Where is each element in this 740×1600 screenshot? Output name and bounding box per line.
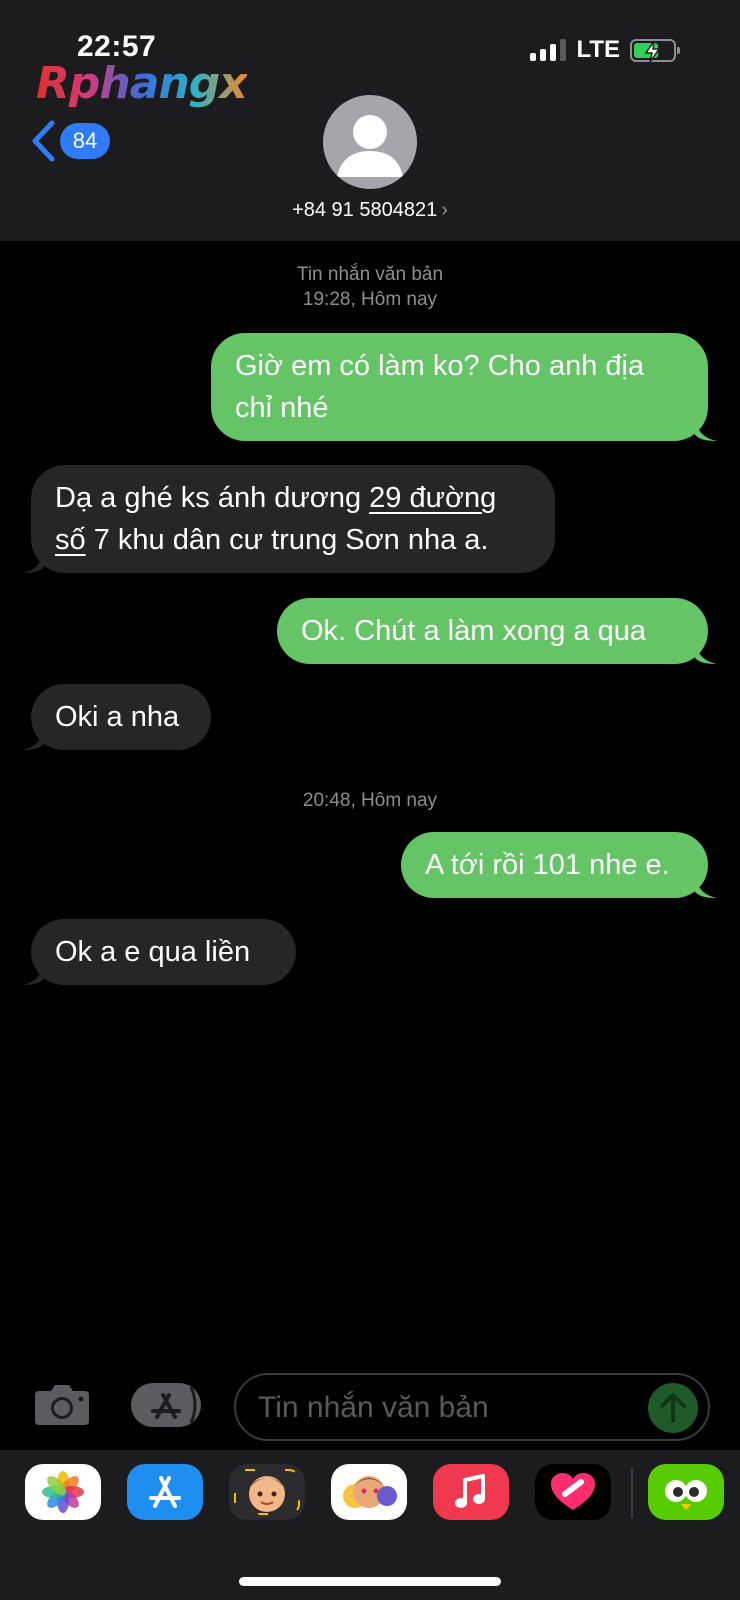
home-indicator[interactable] — [239, 1577, 501, 1586]
message-text: Ok. Chút a làm xong a qua — [301, 615, 646, 647]
message-text: Giờ em có làm ko? Cho anh địa — [235, 350, 645, 382]
message-text: Oki a nha — [55, 701, 180, 733]
conversation-header: 22:57 LTE Rphangx 84 +84 91 5804821 › — [0, 0, 740, 241]
message-input[interactable] — [258, 1389, 638, 1427]
camera-icon[interactable] — [33, 1383, 91, 1425]
message-compose-field[interactable] — [234, 1373, 710, 1441]
sent-message-bubble[interactable]: Ok. Chút a làm xong a qua — [277, 598, 717, 664]
imessage-app-drawer — [0, 1450, 740, 1600]
send-arrow-icon — [660, 1393, 686, 1423]
memoji-app-icon[interactable] — [229, 1464, 305, 1520]
digital-touch-app-icon[interactable] — [535, 1464, 611, 1520]
music-app-icon[interactable] — [433, 1464, 509, 1520]
message-text: số 7 khu dân cư trung Sơn nha a. — [55, 519, 531, 561]
sent-message-bubble[interactable]: Giờ em có làm ko? Cho anh địa chỉ nhé — [211, 333, 717, 441]
received-message-bubble[interactable]: Ok a e qua liền — [22, 919, 296, 985]
photos-app-icon[interactable] — [25, 1464, 101, 1520]
message-text: Ok a e qua liền — [55, 936, 251, 968]
battery-icon — [630, 38, 680, 62]
message-type-label: Tin nhắn văn bản — [296, 264, 444, 285]
contact-number: +84 91 5804821 — [292, 199, 438, 221]
status-indicators: LTE — [530, 36, 680, 64]
network-type: LTE — [576, 36, 620, 63]
contact-name[interactable]: +84 91 5804821 › — [0, 199, 740, 222]
message-text-part: 7 khu dân cư trung Sơn nha a. — [85, 524, 489, 556]
chevron-left-icon — [32, 120, 55, 162]
app-store-button[interactable] — [131, 1383, 201, 1427]
timestamp: 20:48, Hôm nay — [302, 790, 438, 811]
back-button[interactable]: 84 — [30, 120, 110, 162]
thread-meta-2: 20:48, Hôm nay — [0, 788, 740, 813]
watermark-logo: Rphangx — [36, 58, 248, 109]
received-message-bubble[interactable]: Oki a nha — [22, 684, 211, 750]
drawer-divider — [631, 1468, 633, 1518]
send-button[interactable] — [648, 1383, 698, 1433]
contact-avatar[interactable] — [323, 95, 417, 189]
duolingo-app-icon[interactable] — [648, 1464, 724, 1520]
message-text-part: Dạ a ghé ks ánh dương — [55, 482, 370, 514]
received-message-bubble[interactable]: Dạ a ghé ks ánh dương 29 đường số 7 khu … — [22, 465, 555, 573]
person-icon — [337, 115, 403, 177]
app-store-app-icon[interactable] — [127, 1464, 203, 1520]
signal-strength-icon — [530, 39, 567, 61]
address-link[interactable]: số — [55, 524, 86, 556]
unread-count-badge: 84 — [60, 123, 110, 159]
thread-meta-1: Tin nhắn văn bản 19:28, Hôm nay — [0, 262, 740, 312]
address-link[interactable]: 29 đường — [369, 482, 496, 514]
message-text: chỉ nhé — [235, 392, 329, 424]
sent-message-bubble[interactable]: A tới rồi 101 nhe e. — [401, 832, 717, 898]
chevron-right-icon: › — [441, 199, 448, 221]
message-text: Dạ a ghé ks ánh dương 29 đường — [55, 477, 531, 519]
message-text: A tới rồi 101 nhe e. — [425, 849, 670, 881]
memoji-stickers-app-icon[interactable] — [331, 1464, 407, 1520]
timestamp: 19:28, Hôm nay — [302, 289, 438, 310]
app-store-icon — [151, 1386, 197, 1424]
